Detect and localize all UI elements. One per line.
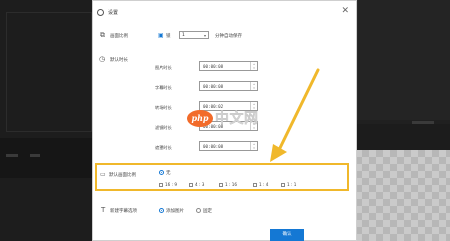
autosave-value: 1 (182, 33, 185, 38)
title-bar: 设置 ✕ (93, 1, 356, 23)
time-row-label: 遮罩时长 (155, 145, 172, 150)
mosaic-blur (355, 150, 450, 241)
timeline-marker (6, 154, 18, 157)
chevron-down-icon: ▾ (203, 33, 206, 38)
time-value: 00:00:08 (203, 144, 224, 149)
time-value: 00:00:08 (203, 84, 224, 89)
ratio-section-label: 画面比例 (110, 34, 128, 39)
timeline-strip (0, 138, 92, 178)
image-duration-input[interactable]: 00:00:08 ▴ ▾ (199, 61, 258, 71)
watermark-text: 中文网 (215, 111, 259, 127)
spinner-icon[interactable]: ▴ ▾ (250, 62, 257, 70)
autosave-hint: 分钟自动保存 (215, 34, 242, 39)
mask-duration-input[interactable]: 00:00:08 ▴ ▾ (199, 141, 258, 151)
settings-app-icon (97, 9, 104, 16)
preview-frame (6, 12, 92, 132)
time-row-label: 转场时长 (155, 105, 172, 110)
subtitle-section-label: 新建字幕选项 (110, 209, 137, 214)
subtitle-add-image-radio[interactable] (159, 208, 164, 213)
clock-icon: ◷ (99, 55, 106, 63)
spinner-icon[interactable]: ▴ ▾ (250, 82, 257, 90)
time-row-label: 滤镜时长 (155, 125, 172, 130)
subtitle-option-label: 固定 (203, 209, 212, 214)
subtitle-option-label: 添加图片 (166, 209, 184, 214)
timeline-marker (30, 154, 40, 157)
time-row-label: 图片时长 (155, 65, 172, 70)
right-preview (357, 0, 450, 120)
toolbar-chip (412, 121, 434, 124)
autosave-dropdown[interactable]: 1 ▾ (179, 31, 209, 39)
text-icon: T (101, 206, 106, 214)
php-logo: php (187, 110, 213, 127)
time-section-label: 默认时长 (110, 58, 128, 63)
time-row-label: 字幕时长 (155, 85, 172, 90)
ratio-icon: ⧉ (100, 31, 105, 39)
lock-icon[interactable]: ▣ (158, 32, 164, 39)
spinner-icon[interactable]: ▴ ▾ (250, 142, 257, 150)
close-button[interactable]: ✕ (341, 7, 349, 16)
lock-label: 锁 (166, 34, 171, 39)
confirm-button[interactable]: 确认 (270, 229, 304, 241)
time-value: 00:00:08 (203, 64, 224, 69)
dialog-title: 设置 (108, 10, 119, 16)
highlight-box (95, 163, 349, 191)
subtitle-fixed-radio[interactable] (196, 208, 201, 213)
subtitle-duration-input[interactable]: 00:00:08 ▴ ▾ (199, 81, 258, 91)
